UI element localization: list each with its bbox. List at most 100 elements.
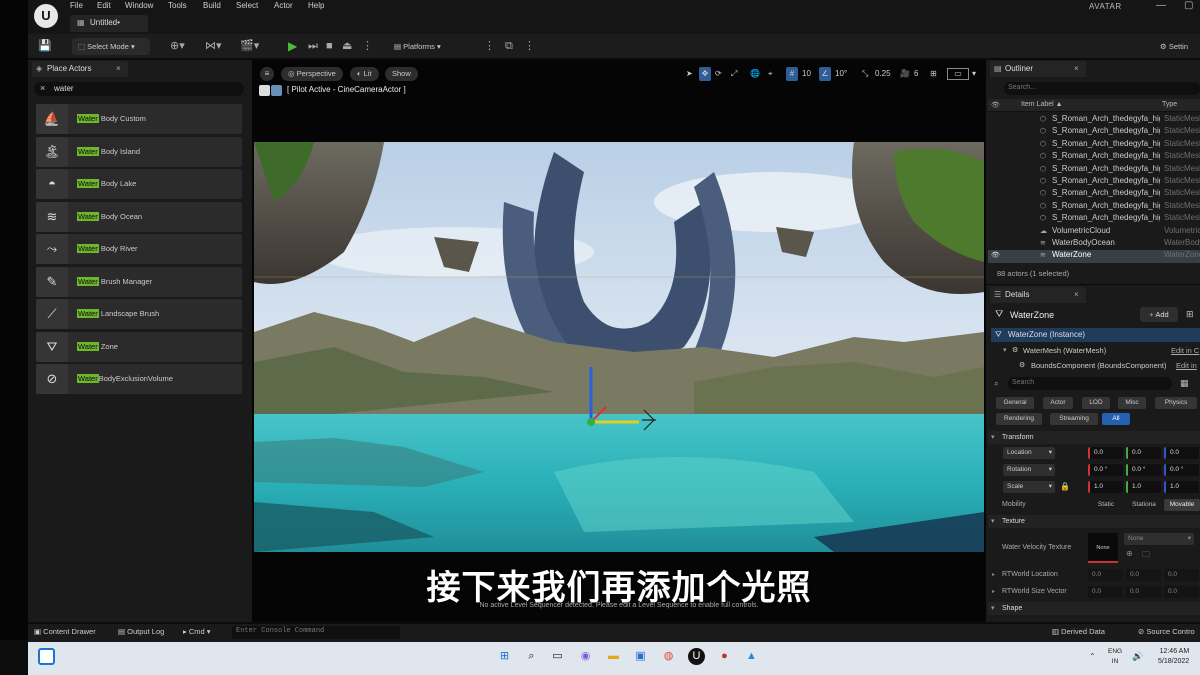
- menu-select[interactable]: Select: [236, 1, 258, 10]
- file-explorer-icon[interactable]: ▬: [605, 648, 622, 665]
- rotation-dropdown[interactable]: Rotation ▾: [1003, 464, 1055, 476]
- rotate-tool-icon[interactable]: ⟳: [715, 67, 722, 81]
- content-drawer-button[interactable]: ▣ Content Drawer: [34, 627, 96, 636]
- rotation-x-field[interactable]: 0.0 °: [1088, 464, 1123, 476]
- clear-search-icon[interactable]: ×: [40, 83, 45, 93]
- category-physics-button[interactable]: Physics: [1155, 397, 1197, 409]
- expand-icon[interactable]: ▾: [1003, 346, 1007, 354]
- category-general-button[interactable]: General: [996, 397, 1034, 409]
- grid-snap-value[interactable]: 10: [802, 67, 811, 81]
- close-icon[interactable]: ×: [116, 64, 121, 73]
- visibility-icon[interactable]: 👁: [991, 251, 1000, 259]
- rotation-z-field[interactable]: 0.0 °: [1164, 464, 1199, 476]
- menu-build[interactable]: Build: [203, 1, 221, 10]
- step-icon[interactable]: ⏭: [308, 38, 318, 55]
- location-dropdown[interactable]: Location ▾: [1003, 447, 1055, 459]
- lock-icon[interactable]: 🔒: [1060, 482, 1070, 491]
- actor-search-input[interactable]: × water: [34, 82, 244, 96]
- place-actors-tab[interactable]: ◈ Place Actors ×: [32, 61, 128, 77]
- world-space-icon[interactable]: 🌐: [750, 67, 760, 81]
- rt-size-y-field[interactable]: 0.0: [1126, 586, 1161, 598]
- language-indicator[interactable]: ENG IN: [1108, 647, 1122, 667]
- texture-thumbnail[interactable]: None: [1088, 533, 1118, 563]
- bounds-component[interactable]: BoundsComponent (BoundsComponent): [1031, 361, 1167, 370]
- menu-tools[interactable]: Tools: [168, 1, 187, 10]
- category-misc-button[interactable]: Misc: [1118, 397, 1146, 409]
- blueprint-icon[interactable]: ⊞: [1186, 309, 1194, 320]
- show-button[interactable]: Show: [385, 67, 418, 81]
- scale-z-field[interactable]: 1.0: [1164, 481, 1199, 493]
- chevron-down-icon[interactable]: ▾: [972, 67, 976, 81]
- unreal-engine-icon[interactable]: U: [688, 648, 705, 665]
- minimize-icon[interactable]: —: [1156, 0, 1166, 11]
- scale-dropdown[interactable]: Scale ▾: [1003, 481, 1055, 493]
- component-instance-row[interactable]: ⛛ WaterZone (Instance): [991, 328, 1200, 342]
- transform-section[interactable]: ▾ Transform: [988, 431, 1200, 444]
- edit-in-link[interactable]: Edit in: [1176, 361, 1197, 370]
- select-mode-button[interactable]: ⬚ Select Mode ▾: [72, 38, 150, 55]
- menu-help[interactable]: Help: [308, 1, 324, 10]
- scale-snap-icon[interactable]: ⤡: [862, 67, 868, 81]
- category-streaming-button[interactable]: Streaming: [1050, 413, 1098, 425]
- surface-snap-icon[interactable]: ⌖: [768, 67, 773, 81]
- category-lod-button[interactable]: LOD: [1082, 397, 1110, 409]
- chevron-up-icon[interactable]: ⌃: [1089, 652, 1096, 661]
- location-y-field[interactable]: 0.0: [1126, 447, 1161, 459]
- scale-y-field[interactable]: 1.0: [1126, 481, 1161, 493]
- rotation-y-field[interactable]: 0.0 °: [1126, 464, 1161, 476]
- perspective-button[interactable]: ◎ Perspective: [281, 67, 343, 81]
- details-search-input[interactable]: Search: [1008, 377, 1172, 390]
- save-icon[interactable]: 💾: [38, 38, 52, 55]
- menu-actor[interactable]: Actor: [274, 1, 293, 10]
- add-content-icon[interactable]: ⊕▾: [170, 38, 185, 55]
- mobility-static-option[interactable]: Static: [1088, 499, 1124, 511]
- outliner-tab[interactable]: ▤ Outliner ×: [990, 61, 1086, 77]
- chrome-icon[interactable]: ◍: [660, 648, 677, 665]
- close-icon[interactable]: ×: [1074, 290, 1079, 299]
- system-clock[interactable]: 12:46 AM 5/18/2022: [1158, 647, 1189, 667]
- menu-file[interactable]: File: [70, 1, 83, 10]
- category-actor-button[interactable]: Actor: [1043, 397, 1073, 409]
- console-command-input[interactable]: Enter Console Command: [232, 626, 400, 639]
- grid-view-icon[interactable]: ▦: [1180, 378, 1189, 389]
- layout-icon[interactable]: ⊞: [930, 67, 937, 81]
- source-control-button[interactable]: ⊘ Source Contro: [1138, 627, 1195, 636]
- store-icon[interactable]: ▣: [632, 648, 649, 665]
- viewport-menu-icon[interactable]: ≡: [260, 67, 274, 81]
- details-tab[interactable]: ☰ Details ×: [990, 287, 1086, 303]
- category-rendering-button[interactable]: Rendering: [996, 413, 1042, 425]
- expand-icon[interactable]: ▸: [992, 588, 995, 595]
- derived-data-button[interactable]: ▥ Derived Data: [1052, 627, 1105, 636]
- grid-snap-icon[interactable]: #: [786, 67, 798, 81]
- platforms-button[interactable]: ▤ Platforms ▾: [388, 38, 454, 55]
- use-selected-icon[interactable]: ⊕: [1126, 549, 1133, 558]
- translate-tool-icon[interactable]: ✥: [699, 67, 711, 81]
- play-options-icon[interactable]: ⋮: [362, 38, 373, 55]
- scale-snap-value[interactable]: 0.25: [875, 67, 891, 81]
- photos-icon[interactable]: ▲: [743, 648, 760, 665]
- eject-icon[interactable]: ⏏: [342, 38, 352, 55]
- type-column[interactable]: Type: [1162, 101, 1177, 108]
- lit-button[interactable]: ◐ Lit: [350, 67, 379, 81]
- texture-asset-picker[interactable]: None ▾: [1124, 533, 1194, 545]
- mobility-movable-option[interactable]: Movable: [1164, 499, 1200, 511]
- scale-tool-icon[interactable]: ⤢: [731, 67, 737, 81]
- rt-location-z-field[interactable]: 0.0: [1164, 569, 1199, 581]
- menu-window[interactable]: Window: [125, 1, 153, 10]
- cinematics-icon[interactable]: 🎬▾: [240, 38, 259, 55]
- shape-section[interactable]: ▾ Shape: [988, 602, 1200, 615]
- task-view-icon[interactable]: ▭: [549, 648, 566, 665]
- rotation-snap-icon[interactable]: ∠: [819, 67, 831, 81]
- output-log-button[interactable]: ▤ Output Log: [118, 627, 164, 636]
- expand-icon[interactable]: ▸: [992, 571, 995, 578]
- blueprint-icon[interactable]: ⋈▾: [205, 38, 222, 55]
- maximize-viewport-icon[interactable]: ▭: [947, 68, 969, 80]
- recorder-icon[interactable]: ●: [716, 648, 733, 665]
- category-all-button[interactable]: All: [1102, 413, 1130, 425]
- add-component-button[interactable]: + Add: [1140, 307, 1178, 322]
- document-tab[interactable]: ▦ Untitled•: [70, 15, 148, 32]
- outliner-search-input[interactable]: Search...: [1004, 82, 1200, 95]
- mobility-stationa-option[interactable]: Stationa: [1126, 499, 1162, 511]
- rt-location-x-field[interactable]: 0.0: [1088, 569, 1123, 581]
- rt-location-y-field[interactable]: 0.0: [1126, 569, 1161, 581]
